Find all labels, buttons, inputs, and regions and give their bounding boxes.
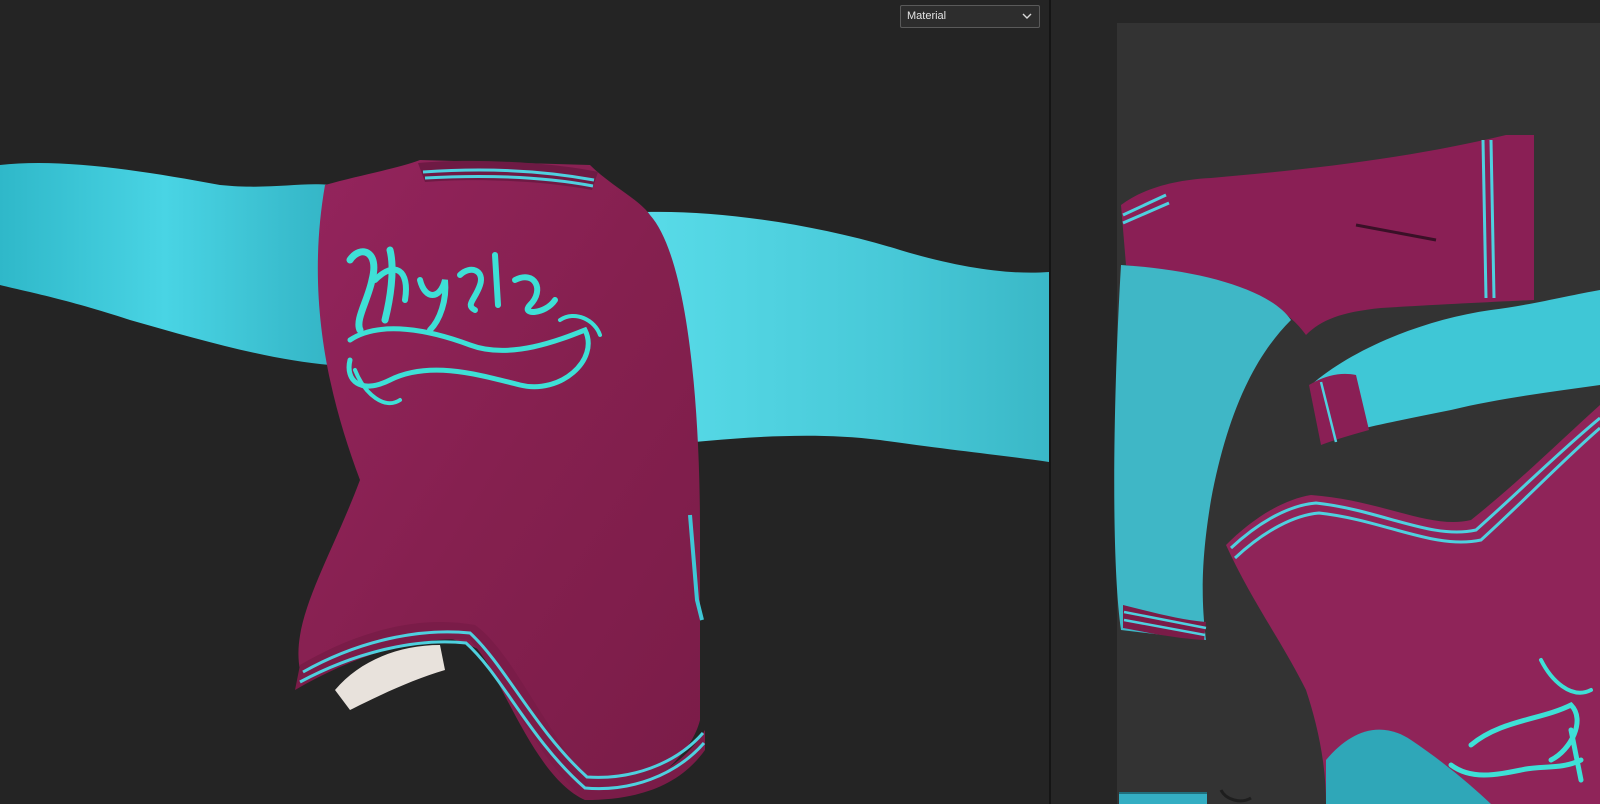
app-window: Material: [0, 0, 1600, 804]
display-mode-selected-value: Material: [907, 10, 947, 22]
display-mode-dropdown[interactable]: Material: [900, 5, 1040, 28]
chevron-down-icon: [1019, 8, 1035, 24]
right-sleeve: [645, 211, 1049, 462]
uv-pattern-pieces: [1114, 135, 1600, 804]
left-sleeve: [0, 162, 330, 365]
uv-scrollbar-thumb[interactable]: [1119, 792, 1207, 804]
3d-viewport[interactable]: Material: [0, 0, 1049, 804]
jacket-3d-render: [0, 160, 1049, 800]
uv-viewport[interactable]: [1051, 0, 1600, 804]
